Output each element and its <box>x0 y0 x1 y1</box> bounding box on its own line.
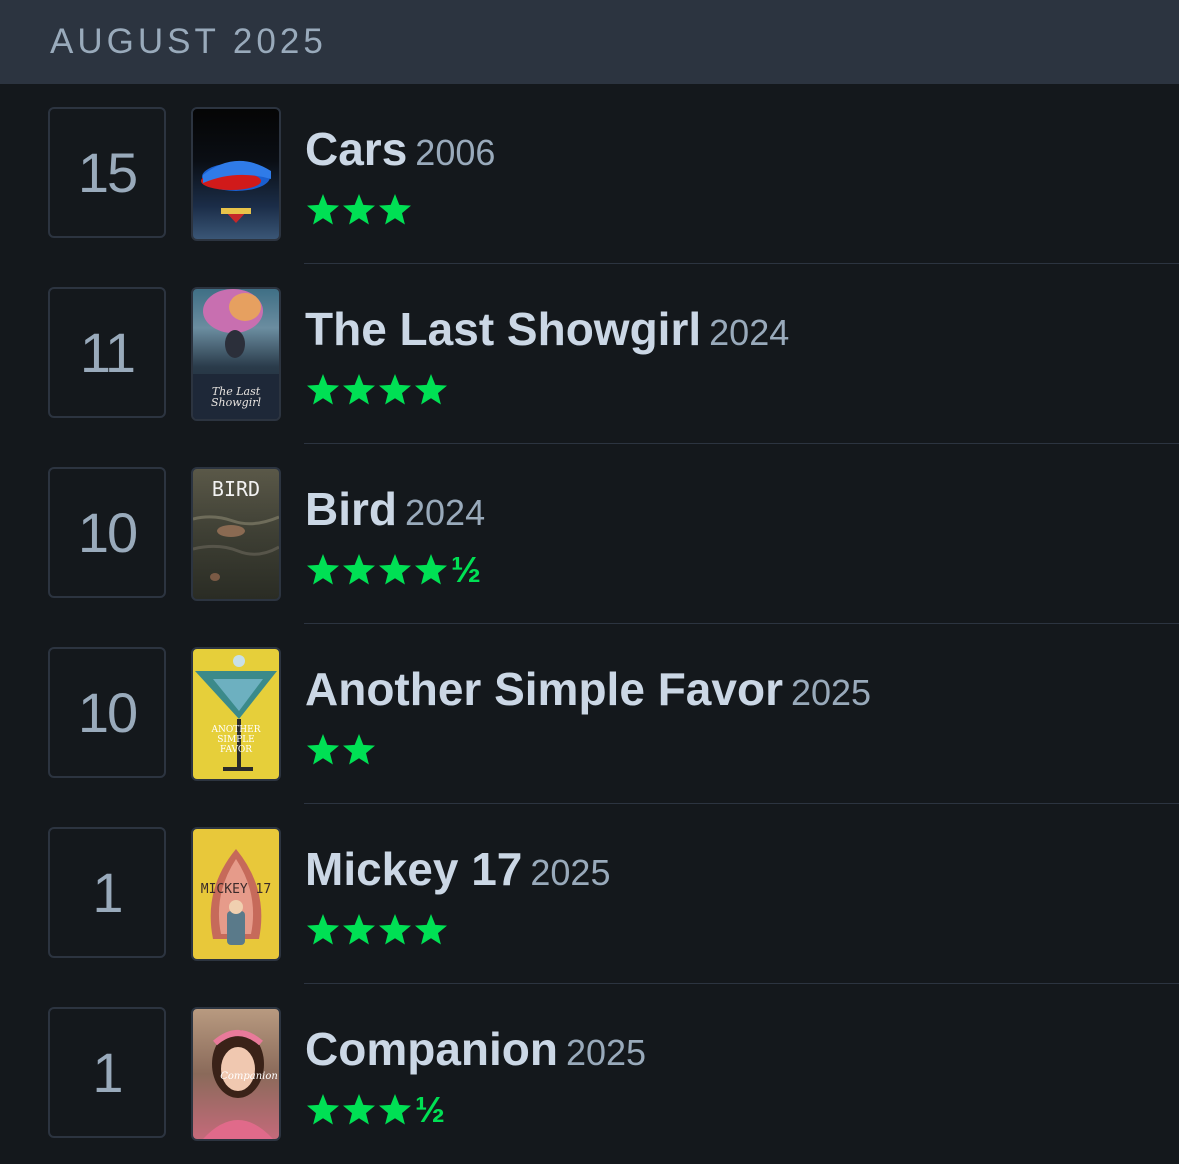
star-icon <box>379 554 411 585</box>
month-label[interactable]: AUGUST 2025 <box>50 22 327 62</box>
cars-poster[interactable] <box>191 107 281 241</box>
entry-info: Bird 2024 ½ <box>305 482 1179 590</box>
star-icon <box>379 374 411 405</box>
film-year[interactable]: 2006 <box>415 132 495 173</box>
simple-favor-poster[interactable]: ANOTHER SIMPLE FAVOR <box>191 647 281 781</box>
star-icon <box>379 1094 411 1125</box>
diary-entry: 1 Companion Companion 2025 ½ <box>0 984 1179 1164</box>
star-icon <box>307 1094 339 1125</box>
day-box[interactable]: 11 <box>48 287 166 418</box>
film-year[interactable]: 2024 <box>709 312 789 353</box>
star-icon <box>379 914 411 945</box>
star-icon <box>343 194 375 225</box>
showgirl-poster[interactable]: The Last Showgirl <box>191 287 281 421</box>
film-year[interactable]: 2024 <box>405 492 485 533</box>
star-rating <box>305 730 1179 770</box>
star-icon <box>415 914 447 945</box>
half-star-icon: ½ <box>451 549 482 590</box>
star-icon <box>307 734 339 765</box>
entry-info: Cars 2006 <box>305 122 1179 230</box>
diary-entry: 10 BIRD Bird 2024 ½ <box>0 444 1179 624</box>
star-icon <box>415 554 447 585</box>
simple-favor-poster-art <box>195 655 277 771</box>
star-icon <box>379 194 411 225</box>
star-rating <box>305 190 1179 230</box>
star-icon <box>343 914 375 945</box>
star-icon <box>307 374 339 405</box>
star-rating: ½ <box>305 550 1179 590</box>
entry-info: Companion 2025 ½ <box>305 1022 1179 1130</box>
diary-entry: 10 ANOTHER SIMPLE FAVOR Another Simple F… <box>0 624 1179 804</box>
film-title[interactable]: Mickey 17 <box>305 843 522 895</box>
star-rating <box>305 910 1179 950</box>
star-rating: ½ <box>305 1090 1179 1130</box>
star-icon <box>343 374 375 405</box>
cars-poster-art <box>201 160 271 223</box>
film-year[interactable]: 2025 <box>530 852 610 893</box>
diary-entry: 1 MICKEY 17 Mickey 17 2025 <box>0 804 1179 984</box>
mickey17-poster[interactable]: MICKEY 17 <box>191 827 281 961</box>
companion-poster[interactable]: Companion <box>191 1007 281 1141</box>
day-box[interactable]: 1 <box>48 1007 166 1138</box>
poster-text: BIRD <box>211 477 261 501</box>
day-box[interactable]: 10 <box>48 467 166 598</box>
poster-text: Companion <box>220 1071 278 1082</box>
star-icon <box>343 734 375 765</box>
star-rating <box>305 370 1179 410</box>
diary-list: 15 Cars 2006 11 The Last Showgirl The La… <box>0 84 1179 1164</box>
entry-info: Mickey 17 2025 <box>305 842 1179 950</box>
film-title[interactable]: Companion <box>305 1023 558 1075</box>
diary-entry: 15 Cars 2006 <box>0 84 1179 264</box>
poster-text: ANOTHER SIMPLE FAVOR <box>211 725 261 755</box>
star-icon <box>307 194 339 225</box>
poster-text: MICKEY 17 <box>200 882 272 897</box>
star-icon <box>307 914 339 945</box>
day-box[interactable]: 10 <box>48 647 166 778</box>
entry-info: The Last Showgirl 2024 <box>305 302 1179 410</box>
film-title[interactable]: Cars <box>305 123 407 175</box>
month-header: AUGUST 2025 <box>0 0 1179 84</box>
poster-text: The Last Showgirl <box>211 385 261 409</box>
film-year[interactable]: 2025 <box>566 1032 646 1073</box>
star-icon <box>307 554 339 585</box>
film-year[interactable]: 2025 <box>791 672 871 713</box>
bird-poster[interactable]: BIRD <box>191 467 281 601</box>
star-icon <box>343 554 375 585</box>
star-icon <box>343 1094 375 1125</box>
day-box[interactable]: 15 <box>48 107 166 238</box>
day-box[interactable]: 1 <box>48 827 166 958</box>
star-icon <box>415 374 447 405</box>
entry-info: Another Simple Favor 2025 <box>305 662 1179 770</box>
film-title[interactable]: Bird <box>305 483 397 535</box>
film-title[interactable]: Another Simple Favor <box>305 663 783 715</box>
film-title[interactable]: The Last Showgirl <box>305 303 701 355</box>
diary-entry: 11 The Last Showgirl The Last Showgirl 20… <box>0 264 1179 444</box>
half-star-icon: ½ <box>415 1089 446 1130</box>
